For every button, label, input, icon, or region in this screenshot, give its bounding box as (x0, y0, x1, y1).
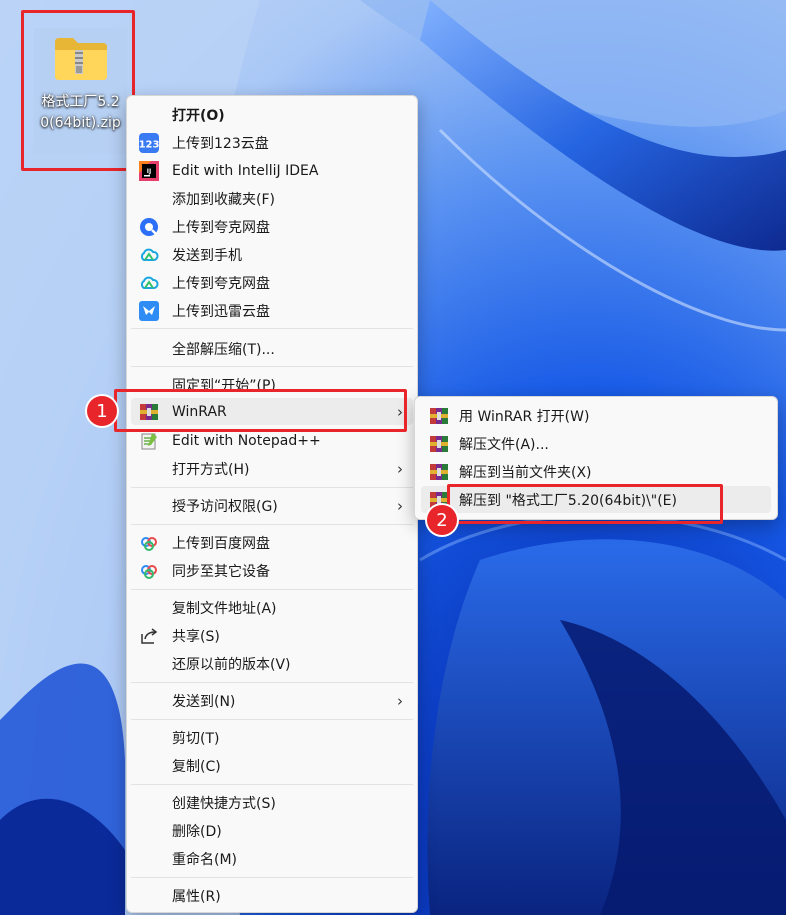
svg-text:IJ: IJ (147, 168, 151, 175)
menu-separator (131, 328, 413, 329)
menu-item-cut[interactable]: 剪切(T) (131, 724, 413, 751)
menu-item-label: 属性(R) (172, 888, 221, 905)
menu-item-intellij[interactable]: IJ Edit with IntelliJ IDEA (131, 157, 413, 184)
menu-item-open[interactable]: 打开(O) (131, 101, 413, 128)
menu-item-pin-start[interactable]: 固定到“开始”(P) (131, 371, 413, 398)
menu-separator (131, 719, 413, 720)
menu-item-restore-versions[interactable]: 还原以前的版本(V) (131, 650, 413, 677)
menu-separator (131, 366, 413, 367)
menu-item-properties[interactable]: 属性(R) (131, 882, 413, 909)
menu-item-label: 上传到迅雷云盘 (172, 303, 270, 320)
baidu-icon (139, 533, 159, 553)
submenu-item-extract-here[interactable]: 解压到当前文件夹(X) (421, 458, 771, 485)
cloud-icon (139, 273, 159, 293)
winrar-submenu: 用 WinRAR 打开(W) 解压文件(A)... 解压到当前文件夹(X) 解压… (414, 396, 778, 520)
menu-item-label: 复制文件地址(A) (172, 600, 277, 617)
menu-item-label: Edit with IntelliJ IDEA (172, 162, 319, 179)
menu-item-copy-path[interactable]: 复制文件地址(A) (131, 594, 413, 621)
menu-separator (131, 589, 413, 590)
submenu-item-extract-to-folder[interactable]: 解压到 "格式工厂5.20(64bit)\"(E) (421, 486, 771, 513)
context-menu: 打开(O) 123 上传到123云盘 IJ Edit with IntelliJ… (126, 95, 418, 913)
submenu-item-label: 解压到 "格式工厂5.20(64bit)\"(E) (459, 492, 677, 509)
chevron-right-icon: › (397, 496, 403, 515)
menu-item-label: WinRAR (172, 403, 227, 420)
menu-item-share[interactable]: 共享(S) (131, 622, 413, 649)
menu-item-label: 固定到“开始”(P) (172, 377, 276, 394)
menu-item-label: 还原以前的版本(V) (172, 656, 291, 673)
menu-item-label: 剪切(T) (172, 730, 220, 747)
123pan-icon: 123 (139, 132, 159, 153)
menu-item-delete[interactable]: 删除(D) (131, 817, 413, 844)
menu-separator (131, 524, 413, 525)
menu-separator (131, 682, 413, 683)
menu-item-label: 创建快捷方式(S) (172, 795, 276, 812)
menu-item-send-to-phone[interactable]: 发送到手机 (131, 241, 413, 268)
menu-item-upload-quark[interactable]: 上传到夸克网盘 (131, 213, 413, 240)
menu-item-grant-access[interactable]: 授予访问权限(G) › (131, 492, 413, 519)
menu-item-notepad[interactable]: Edit with Notepad++ (131, 427, 413, 454)
menu-item-label: 授予访问权限(G) (172, 498, 278, 515)
winrar-icon (429, 434, 449, 454)
svg-text:123: 123 (139, 139, 159, 150)
menu-item-label: 打开(O) (172, 107, 225, 124)
winrar-icon (139, 402, 159, 422)
chevron-right-icon: › (397, 691, 403, 710)
submenu-item-label: 解压到当前文件夹(X) (459, 464, 592, 481)
winrar-icon (429, 406, 449, 426)
menu-item-upload-xunlei[interactable]: 上传到迅雷云盘 (131, 297, 413, 324)
menu-item-label: 发送到手机 (172, 247, 242, 264)
baidu-icon (139, 561, 159, 581)
menu-separator (131, 487, 413, 488)
menu-item-upload-quark-2[interactable]: 上传到夸克网盘 (131, 269, 413, 296)
menu-item-label: 上传到夸克网盘 (172, 219, 270, 236)
menu-item-create-shortcut[interactable]: 创建快捷方式(S) (131, 789, 413, 816)
menu-item-label: 打开方式(H) (172, 461, 250, 478)
menu-item-copy[interactable]: 复制(C) (131, 752, 413, 779)
zip-folder-icon (53, 36, 109, 82)
menu-separator (131, 877, 413, 878)
xunlei-icon (139, 300, 159, 321)
menu-item-label: 添加到收藏夹(F) (172, 191, 275, 208)
menu-item-rename[interactable]: 重命名(M) (131, 845, 413, 872)
submenu-item-label: 用 WinRAR 打开(W) (459, 408, 590, 425)
menu-item-label: Edit with Notepad++ (172, 432, 321, 449)
menu-item-extract-all[interactable]: 全部解压缩(T)... (131, 335, 413, 362)
menu-item-sync-devices[interactable]: 同步至其它设备 (131, 557, 413, 584)
menu-item-label: 重命名(M) (172, 851, 238, 868)
step-badge-1: 1 (87, 396, 117, 426)
menu-item-label: 上传到百度网盘 (172, 535, 270, 552)
chevron-right-icon: › (397, 459, 403, 478)
menu-item-upload-baidu[interactable]: 上传到百度网盘 (131, 529, 413, 556)
menu-item-winrar[interactable]: WinRAR › (131, 398, 413, 425)
menu-separator (131, 784, 413, 785)
menu-item-add-favorites[interactable]: 添加到收藏夹(F) (131, 185, 413, 212)
cloud-icon (139, 245, 159, 265)
menu-item-open-with[interactable]: 打开方式(H) › (131, 455, 413, 482)
submenu-item-label: 解压文件(A)... (459, 436, 549, 453)
zip-file-label: 格式工厂5.20(64bit).zip (40, 94, 121, 131)
submenu-item-open-with-winrar[interactable]: 用 WinRAR 打开(W) (421, 402, 771, 429)
winrar-icon (429, 462, 449, 482)
menu-item-label: 全部解压缩(T)... (172, 341, 275, 358)
menu-item-label: 上传到夸克网盘 (172, 275, 270, 292)
menu-item-label: 同步至其它设备 (172, 563, 270, 580)
submenu-item-extract-files[interactable]: 解压文件(A)... (421, 430, 771, 457)
menu-item-send-to[interactable]: 发送到(N) › (131, 687, 413, 714)
quark-icon (139, 217, 159, 237)
desktop-zip-file[interactable]: 格式工厂5.20(64bit).zip (34, 28, 127, 154)
menu-item-label: 上传到123云盘 (172, 135, 269, 152)
menu-item-upload-123pan[interactable]: 123 上传到123云盘 (131, 129, 413, 156)
chevron-right-icon: › (397, 402, 403, 421)
step-badge-2: 2 (427, 505, 457, 535)
intellij-icon: IJ (139, 160, 159, 181)
menu-item-label: 发送到(N) (172, 693, 236, 710)
menu-item-label: 共享(S) (172, 628, 220, 645)
notepad-icon (139, 431, 159, 451)
menu-item-label: 复制(C) (172, 758, 221, 775)
menu-item-label: 删除(D) (172, 823, 222, 840)
share-icon (139, 626, 159, 646)
